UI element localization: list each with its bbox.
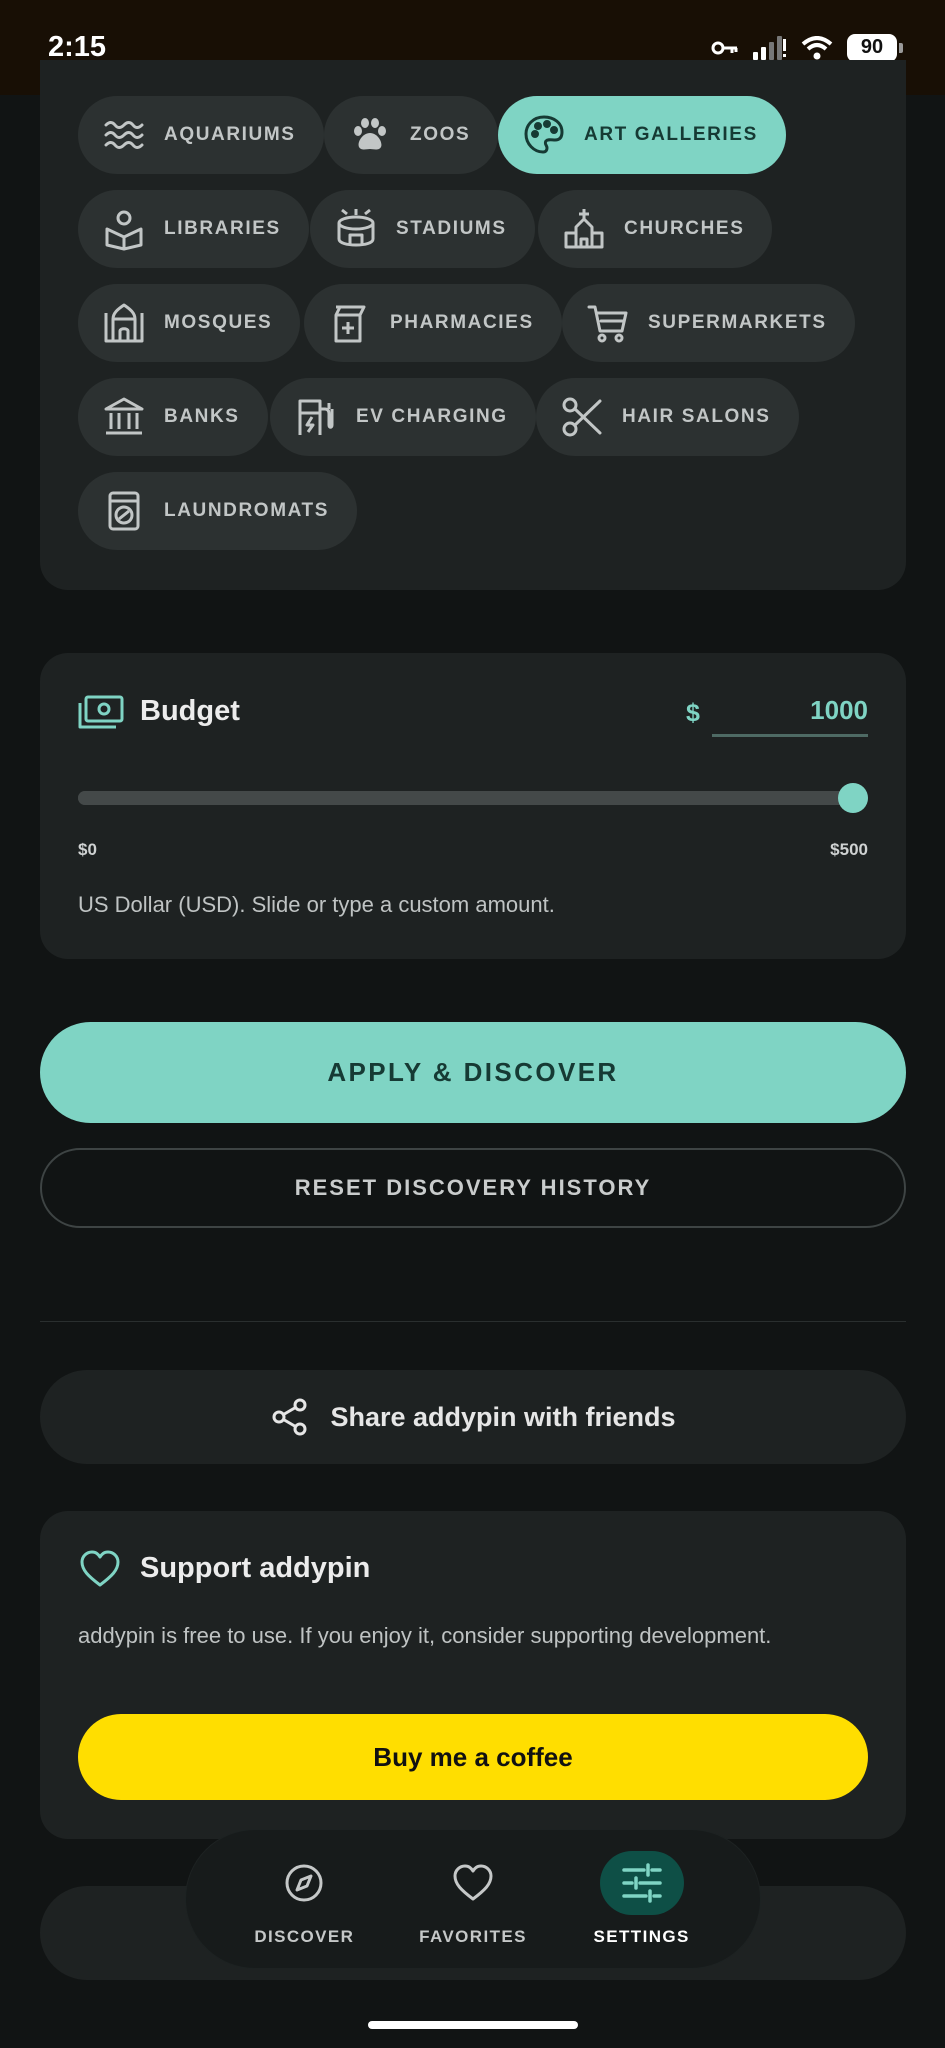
mosque-icon [104,303,144,343]
nav-label: FAVORITES [419,1927,527,1946]
chip-art-galleries[interactable]: ART GALLERIES [498,96,786,174]
stadium-icon [337,208,375,247]
currency-symbol: $ [686,699,700,727]
paw-icon [354,118,386,150]
chip-label: HAIR SALONS [622,406,771,427]
ev-charging-icon [298,399,334,435]
chip-label: LIBRARIES [164,218,281,239]
washing-machine-icon [108,491,140,531]
budget-slider[interactable] [78,783,868,813]
chip-hair-salons[interactable]: HAIR SALONS [536,378,799,456]
heart-icon [453,1864,493,1901]
nav-discover[interactable]: DISCOVER [239,1851,369,1947]
chip-libraries[interactable]: LIBRARIES [78,190,309,268]
budget-input-wrap [712,689,868,737]
chip-label: MOSQUES [164,312,273,333]
share-icon [272,1398,307,1436]
chip-zoos[interactable]: ZOOS [324,96,499,174]
home-indicator [368,2021,578,2029]
chip-label: BANKS [164,406,240,427]
share-label: Share addypin with friends [330,1401,676,1432]
sliders-icon [621,1863,662,1903]
battery-indicator: 90 [847,33,903,62]
money-icon [78,695,124,729]
chip-label: SUPERMARKETS [648,312,827,333]
chip-label: CHURCHES [624,218,745,239]
nav-label: DISCOVER [254,1927,355,1946]
nav-icon-wrap [431,1851,515,1915]
church-icon [564,209,604,249]
support-card: Support addypin addypin is free to use. … [40,1511,906,1839]
chip-label: EV CHARGING [356,406,508,427]
chip-churches[interactable]: CHURCHES [538,190,773,268]
reset-discovery-history-button[interactable]: RESET DISCOVERY HISTORY [40,1148,906,1228]
chip-pharmacies[interactable]: PHARMACIES [304,284,562,362]
waves-icon [104,121,144,149]
chip-stadiums[interactable]: STADIUMS [310,190,535,268]
chip-banks[interactable]: BANKS [78,378,268,456]
cart-icon [587,305,628,343]
slider-fill [78,791,868,805]
signal-icon [753,35,786,60]
support-title: Support addypin [140,1552,371,1584]
chip-label: LAUNDROMATS [164,500,330,521]
support-text: addypin is free to use. If you enjoy it,… [78,1623,772,1648]
budget-input[interactable] [712,689,868,731]
palette-icon [524,115,564,154]
nav-settings[interactable]: SETTINGS [577,1851,707,1947]
chip-label: AQUARIUMS [164,124,296,145]
status-icons: 90 [711,33,903,62]
chip-mosques[interactable]: MOSQUES [78,284,301,362]
chip-laundromats[interactable]: LAUNDROMATS [78,472,358,550]
compass-icon [285,1864,323,1902]
chip-label: ART GALLERIES [584,124,758,145]
wifi-icon [801,35,833,59]
slider-thumb[interactable] [838,783,868,813]
budget-hint: US Dollar (USD). Slide or type a custom … [78,892,555,917]
categories-card: AQUARIUMS ZOOS ART GALLERIES LIBRARIES S… [40,60,906,590]
chip-ev-charging[interactable]: EV CHARGING [270,378,536,456]
nav-icon-wrap [262,1851,346,1915]
chip-label: ZOOS [410,124,471,145]
share-button[interactable]: Share addypin with friends [40,1370,906,1464]
chip-aquariums[interactable]: AQUARIUMS [78,96,324,174]
scissors-icon [562,397,602,437]
chip-supermarkets[interactable]: SUPERMARKETS [562,284,855,362]
heart-icon [80,1550,120,1587]
slider-min-label: $0 [78,840,97,859]
apply-discover-button[interactable]: APPLY & DISCOVER [40,1022,906,1123]
nav-label: SETTINGS [593,1927,690,1946]
pharmacy-icon [334,305,366,343]
nav-favorites[interactable]: FAVORITES [408,1851,538,1947]
divider [40,1321,906,1322]
bank-icon [104,397,144,435]
budget-title: Budget [140,695,240,727]
buy-me-a-coffee-button[interactable]: Buy me a coffee [78,1714,868,1800]
slider-max-label: $500 [830,840,868,859]
chip-label: PHARMACIES [390,312,534,333]
nav-icon-wrap [599,1851,684,1915]
chip-label: STADIUMS [396,218,507,239]
key-icon [711,41,738,54]
library-icon [105,210,143,251]
budget-card: Budget $ $0 $500 US Dollar (USD). Slide … [40,653,906,959]
bottom-nav: DISCOVER FAVORITES SETTINGS [186,1830,760,1968]
